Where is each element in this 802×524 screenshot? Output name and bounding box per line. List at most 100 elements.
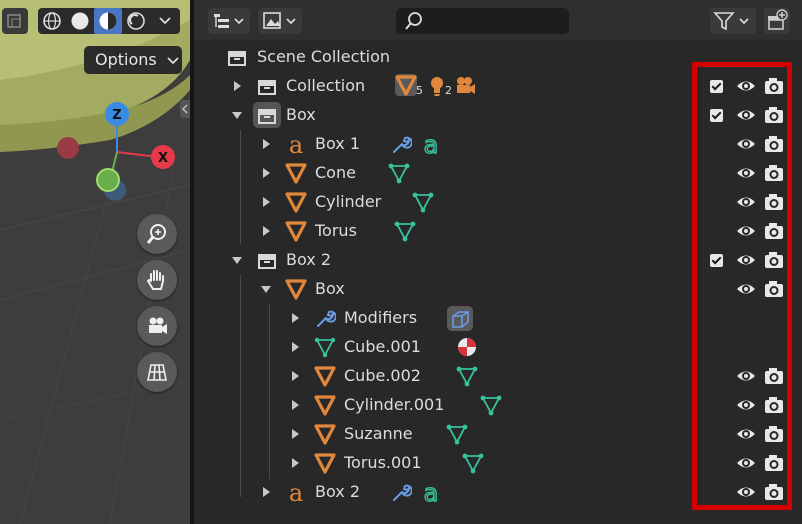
mesh-data-icon bbox=[446, 424, 468, 445]
text-data-icon: a bbox=[423, 481, 439, 503]
expand-arrow-right-icon[interactable] bbox=[292, 400, 299, 410]
new-collection-icon bbox=[768, 9, 788, 30]
shading-modes[interactable] bbox=[38, 8, 180, 34]
chevron-down-icon bbox=[167, 57, 179, 65]
mesh-count: 5 bbox=[416, 84, 423, 97]
chevron-down-icon bbox=[234, 18, 244, 25]
row-label: Cube.001 bbox=[344, 337, 421, 356]
expand-arrow-down-icon[interactable] bbox=[232, 257, 242, 264]
row-label: Box 2 bbox=[286, 250, 332, 269]
expand-arrow-right-icon[interactable] bbox=[263, 487, 270, 497]
mesh-object-icon bbox=[314, 395, 336, 416]
row-label: Torus.001 bbox=[344, 453, 422, 472]
mesh-object-icon bbox=[285, 221, 307, 242]
text-object-icon: a bbox=[289, 133, 303, 155]
gizmo-y[interactable] bbox=[96, 168, 120, 192]
outliner-view-icon bbox=[214, 14, 229, 28]
expand-arrow-right-icon[interactable] bbox=[292, 429, 299, 439]
svg-text:a: a bbox=[424, 481, 439, 503]
options-label: Options bbox=[95, 50, 157, 69]
mesh-data-icon bbox=[456, 366, 478, 387]
scene-collection-icon bbox=[228, 51, 246, 66]
geometry-nodes-badge[interactable] bbox=[447, 306, 473, 331]
svg-text:a: a bbox=[289, 481, 303, 503]
expand-arrow-right-icon[interactable] bbox=[263, 168, 270, 178]
camera-icon bbox=[457, 77, 475, 94]
chevron-down-icon bbox=[739, 18, 749, 25]
grid-icon bbox=[147, 364, 167, 381]
wrench-icon bbox=[317, 310, 336, 327]
camera-view-button[interactable] bbox=[137, 306, 177, 346]
tree-guide-line bbox=[240, 275, 241, 497]
mesh-count-badge[interactable] bbox=[395, 74, 417, 96]
rendered-shading-icon bbox=[127, 12, 145, 30]
expand-arrow-right-icon[interactable] bbox=[292, 458, 299, 468]
filter-dropdown[interactable] bbox=[710, 8, 756, 34]
modifier-wrench-icon bbox=[393, 136, 412, 153]
ortho-toggle-button[interactable] bbox=[137, 352, 177, 392]
navigation-gizmo[interactable]: Z X bbox=[40, 95, 190, 205]
expand-arrow-right-icon[interactable] bbox=[234, 81, 241, 91]
zoom-icon bbox=[146, 224, 166, 244]
new-collection-button[interactable] bbox=[764, 8, 790, 34]
expand-arrow-right-icon[interactable] bbox=[292, 313, 299, 323]
solid-shading-icon bbox=[71, 12, 89, 30]
expand-arrow-right-icon[interactable] bbox=[263, 226, 270, 236]
mesh-object-icon bbox=[395, 75, 417, 96]
options-dropdown[interactable]: Options bbox=[84, 46, 182, 74]
gizmo-neg-x[interactable] bbox=[57, 137, 79, 159]
row-label: Torus bbox=[315, 221, 357, 240]
tree-guide-line bbox=[240, 130, 241, 244]
3d-viewport[interactable]: Options Z X bbox=[0, 0, 190, 524]
row-label: Cone bbox=[315, 163, 356, 182]
overlay-toggle[interactable] bbox=[2, 8, 28, 34]
filter-icon bbox=[713, 12, 735, 31]
expand-arrow-right-icon[interactable] bbox=[263, 139, 270, 149]
chevron-left-icon bbox=[181, 104, 188, 114]
mesh-object-icon bbox=[285, 279, 307, 300]
collection-icon bbox=[258, 254, 276, 269]
chevron-down-icon bbox=[159, 17, 171, 25]
collection-icon bbox=[258, 80, 276, 95]
mesh-data-icon bbox=[412, 192, 434, 213]
collection-icon bbox=[258, 109, 276, 124]
outliner-header bbox=[194, 0, 802, 40]
pan-button[interactable] bbox=[137, 260, 177, 300]
expand-arrow-right-icon[interactable] bbox=[292, 371, 299, 381]
row-label: Cube.002 bbox=[344, 366, 421, 385]
search-icon bbox=[405, 12, 422, 30]
overlay-icon bbox=[7, 14, 21, 28]
mesh-data-icon bbox=[394, 221, 416, 242]
display-mode-dropdown[interactable] bbox=[208, 8, 250, 34]
sidebar-toggle[interactable] bbox=[180, 100, 190, 118]
expand-arrow-down-icon[interactable] bbox=[232, 112, 242, 119]
mesh-data-icon bbox=[314, 337, 336, 358]
svg-text:a: a bbox=[424, 133, 439, 155]
gizmo-x-label: X bbox=[158, 151, 168, 166]
image-icon bbox=[263, 12, 281, 29]
expand-arrow-right-icon[interactable] bbox=[263, 197, 270, 207]
cube-icon bbox=[452, 311, 469, 328]
visibility-columns-highlight bbox=[692, 62, 792, 510]
mesh-object-icon bbox=[314, 366, 336, 387]
wireframe-shading-icon bbox=[43, 12, 61, 30]
chevron-down-icon bbox=[286, 18, 296, 25]
light-count: 2 bbox=[445, 84, 452, 97]
mesh-object-icon bbox=[314, 424, 336, 445]
scene-collection-label: Scene Collection bbox=[257, 47, 391, 66]
text-data-icon: a bbox=[423, 133, 439, 155]
zoom-button[interactable] bbox=[137, 214, 177, 254]
camera-icon bbox=[149, 317, 167, 334]
text-object-icon: a bbox=[289, 481, 303, 503]
row-label: Collection bbox=[286, 76, 366, 95]
row-label: Cylinder.001 bbox=[344, 395, 445, 414]
expand-arrow-right-icon[interactable] bbox=[292, 342, 299, 352]
row-label: Modifiers bbox=[344, 308, 418, 327]
svg-text:a: a bbox=[289, 133, 303, 155]
expand-arrow-down-icon[interactable] bbox=[261, 286, 271, 293]
row-label: Box 1 bbox=[315, 134, 361, 153]
search-input[interactable] bbox=[396, 8, 569, 34]
filter-type-dropdown[interactable] bbox=[258, 8, 302, 34]
row-label: Cylinder bbox=[315, 192, 382, 211]
hand-icon bbox=[146, 270, 164, 290]
